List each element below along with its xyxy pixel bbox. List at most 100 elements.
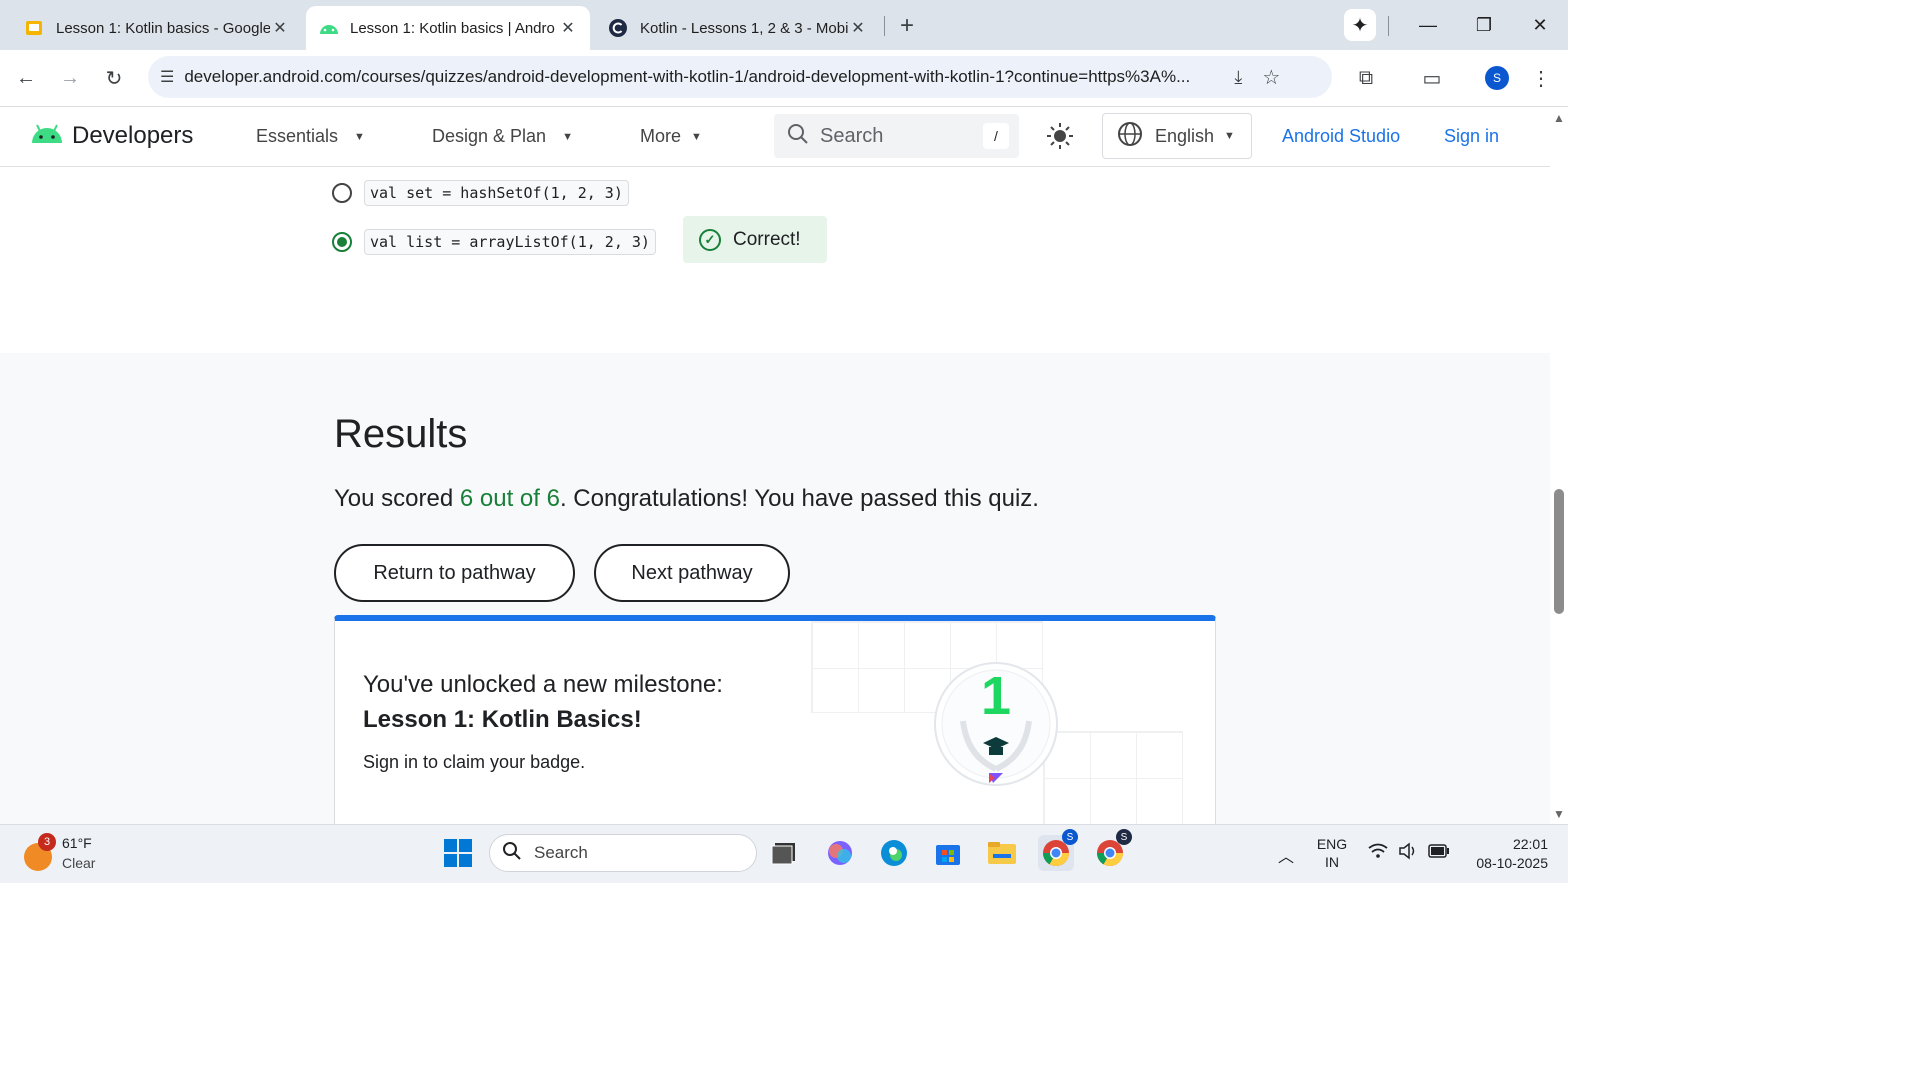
scroll-down-arrow-icon[interactable]: ▼ (1553, 807, 1565, 821)
brand-name: Developers (72, 121, 194, 149)
quiz-option[interactable]: val list = arrayListOf(1, 2, 3) (332, 229, 656, 255)
search-placeholder: Search (820, 124, 884, 147)
caret-down-icon: ▼ (562, 130, 573, 143)
task-view-icon[interactable] (766, 835, 802, 871)
android-logo-icon (30, 121, 64, 150)
site-settings-icon[interactable]: ☰ (160, 67, 174, 87)
scroll-up-arrow-icon[interactable]: ▲ (1553, 111, 1565, 125)
quiz-option[interactable]: val set = hashSetOf(1, 2, 3) (332, 180, 629, 206)
show-hidden-icons-chevron-icon[interactable]: ︿ (1278, 843, 1294, 867)
extensions-icon[interactable]: ⧉ (1352, 64, 1380, 92)
install-app-icon[interactable]: ⤓ (1234, 67, 1242, 88)
forward-button[interactable]: → (56, 64, 84, 92)
search-icon (502, 841, 522, 866)
profile-initial: S (1485, 66, 1509, 90)
radio-unselected[interactable] (332, 183, 352, 203)
chrome-taskbar-icon[interactable]: S (1038, 829, 1078, 871)
tab-title: Lesson 1: Kotlin basics - Google (56, 19, 270, 37)
input-language[interactable]: ENG IN (1312, 835, 1352, 871)
theme-toggle-sun-icon[interactable] (1046, 122, 1074, 155)
score-suffix: . Congratulations! You have passed this … (559, 485, 1039, 512)
close-icon[interactable]: ✕ (270, 18, 290, 38)
weather-temp: 61°F (62, 835, 92, 851)
milestone-badge: 1 (933, 661, 1059, 787)
caret-down-icon: ▼ (1224, 130, 1235, 142)
tab-android[interactable]: Lesson 1: Kotlin basics | Andro ✕ (306, 6, 590, 50)
wifi-icon[interactable] (1368, 843, 1388, 864)
clock[interactable]: 22:01 08-10-2025 (1462, 835, 1548, 873)
nav-more[interactable]: More ▼ (640, 126, 702, 147)
clock-time: 22:01 (1512, 836, 1548, 852)
option-code: val list = arrayListOf(1, 2, 3) (364, 229, 656, 255)
caret-down-icon: ▼ (691, 130, 702, 143)
edge-icon[interactable] (876, 835, 912, 871)
profile-avatar[interactable]: S (1483, 64, 1511, 92)
tab-slides[interactable]: Lesson 1: Kotlin basics - Google ✕ (12, 6, 302, 50)
search-icon (786, 122, 810, 151)
developers-logo[interactable]: Developers (30, 121, 193, 150)
android-studio-link[interactable]: Android Studio (1282, 126, 1400, 147)
language-select[interactable]: English ▼ (1102, 113, 1252, 159)
bookmark-star-icon[interactable]: ☆ (1262, 65, 1280, 90)
site-search[interactable]: Search / (774, 114, 1019, 158)
nav-label: More (640, 126, 682, 146)
url-text[interactable]: developer.android.com/courses/quizzes/an… (184, 67, 1224, 87)
lang-line1: ENG (1316, 836, 1348, 852)
browser-toolbar: ← → ↻ ☰ developer.android.com/courses/qu… (0, 50, 1568, 107)
weather-widget[interactable]: 3 61°F Clear (22, 831, 142, 875)
milestone-card: You've unlocked a new milestone: Lesson … (334, 615, 1216, 825)
milestone-title: Lesson 1: Kotlin Basics! (363, 706, 642, 733)
chrome-profile-badge: S (1116, 829, 1132, 845)
globe-icon (1117, 121, 1143, 152)
correct-feedback: ✓ Correct! (683, 216, 827, 263)
slides-icon (24, 18, 44, 38)
windows-taskbar: 3 61°F Clear Search S S ︿ ENG IN 22:01 0… (0, 824, 1568, 883)
close-icon[interactable]: ✕ (848, 18, 868, 38)
nav-label: Design & Plan (432, 126, 547, 146)
tab-title: Kotlin - Lessons 1, 2 & 3 - Mobi (640, 19, 848, 37)
tab-coursera[interactable]: Kotlin - Lessons 1, 2 & 3 - Mobi ✕ (596, 6, 880, 50)
nav-design-plan[interactable]: Design & Plan ▼ (432, 126, 573, 147)
next-pathway-button[interactable]: Next pathway (594, 544, 790, 602)
milestone-line: You've unlocked a new milestone: (363, 671, 723, 698)
taskbar-search[interactable]: Search (489, 834, 757, 872)
reload-button[interactable]: ↻ (100, 64, 128, 92)
restore-button[interactable]: ❐ (1456, 15, 1512, 36)
new-tab-button[interactable]: + (894, 12, 920, 40)
minimize-button[interactable]: — (1400, 15, 1456, 36)
gemini-icon[interactable]: ✦ (1344, 9, 1376, 41)
menu-kebab-icon[interactable]: ⋮ (1527, 64, 1555, 92)
page-scrollbar[interactable]: ▲ ▼ (1550, 107, 1568, 824)
taskbar-search-placeholder: Search (534, 843, 588, 862)
battery-icon[interactable] (1428, 844, 1450, 863)
search-shortcut-key: / (983, 123, 1009, 149)
file-explorer-icon[interactable] (984, 835, 1020, 871)
nav-label: Essentials (256, 126, 339, 146)
chrome-taskbar-icon-2[interactable]: S (1092, 829, 1132, 871)
check-circle-icon: ✓ (699, 228, 721, 251)
weather-desc: Clear (62, 855, 96, 871)
back-button[interactable]: ← (12, 64, 40, 92)
microsoft-store-icon[interactable] (930, 835, 966, 871)
feedback-text: Correct! (733, 228, 801, 250)
results-heading: Results (334, 412, 468, 456)
option-code: val set = hashSetOf(1, 2, 3) (364, 180, 629, 206)
window-close-button[interactable]: ✕ (1512, 15, 1568, 36)
site-header: Developers Essentials ▼ Design & Plan ▼ … (0, 107, 1550, 167)
scrollbar-thumb[interactable] (1554, 489, 1564, 614)
windows-start-icon[interactable] (440, 835, 476, 871)
android-icon (318, 18, 338, 38)
language-label: English (1155, 125, 1215, 146)
copilot-icon[interactable] (822, 835, 858, 871)
return-to-pathway-button[interactable]: Return to pathway (334, 544, 575, 602)
coursera-icon (608, 18, 628, 38)
address-bar[interactable]: ☰ developer.android.com/courses/quizzes/… (148, 56, 1332, 98)
tab-search-icon[interactable]: ▭ (1418, 64, 1446, 92)
tab-separator (884, 16, 885, 36)
nav-essentials[interactable]: Essentials ▼ (256, 126, 365, 147)
volume-icon[interactable] (1398, 842, 1418, 865)
radio-selected[interactable] (332, 232, 352, 252)
sign-in-link[interactable]: Sign in (1444, 126, 1499, 147)
close-icon[interactable]: ✕ (558, 18, 578, 38)
tab-strip: Lesson 1: Kotlin basics - Google ✕ Lesso… (0, 0, 1568, 50)
